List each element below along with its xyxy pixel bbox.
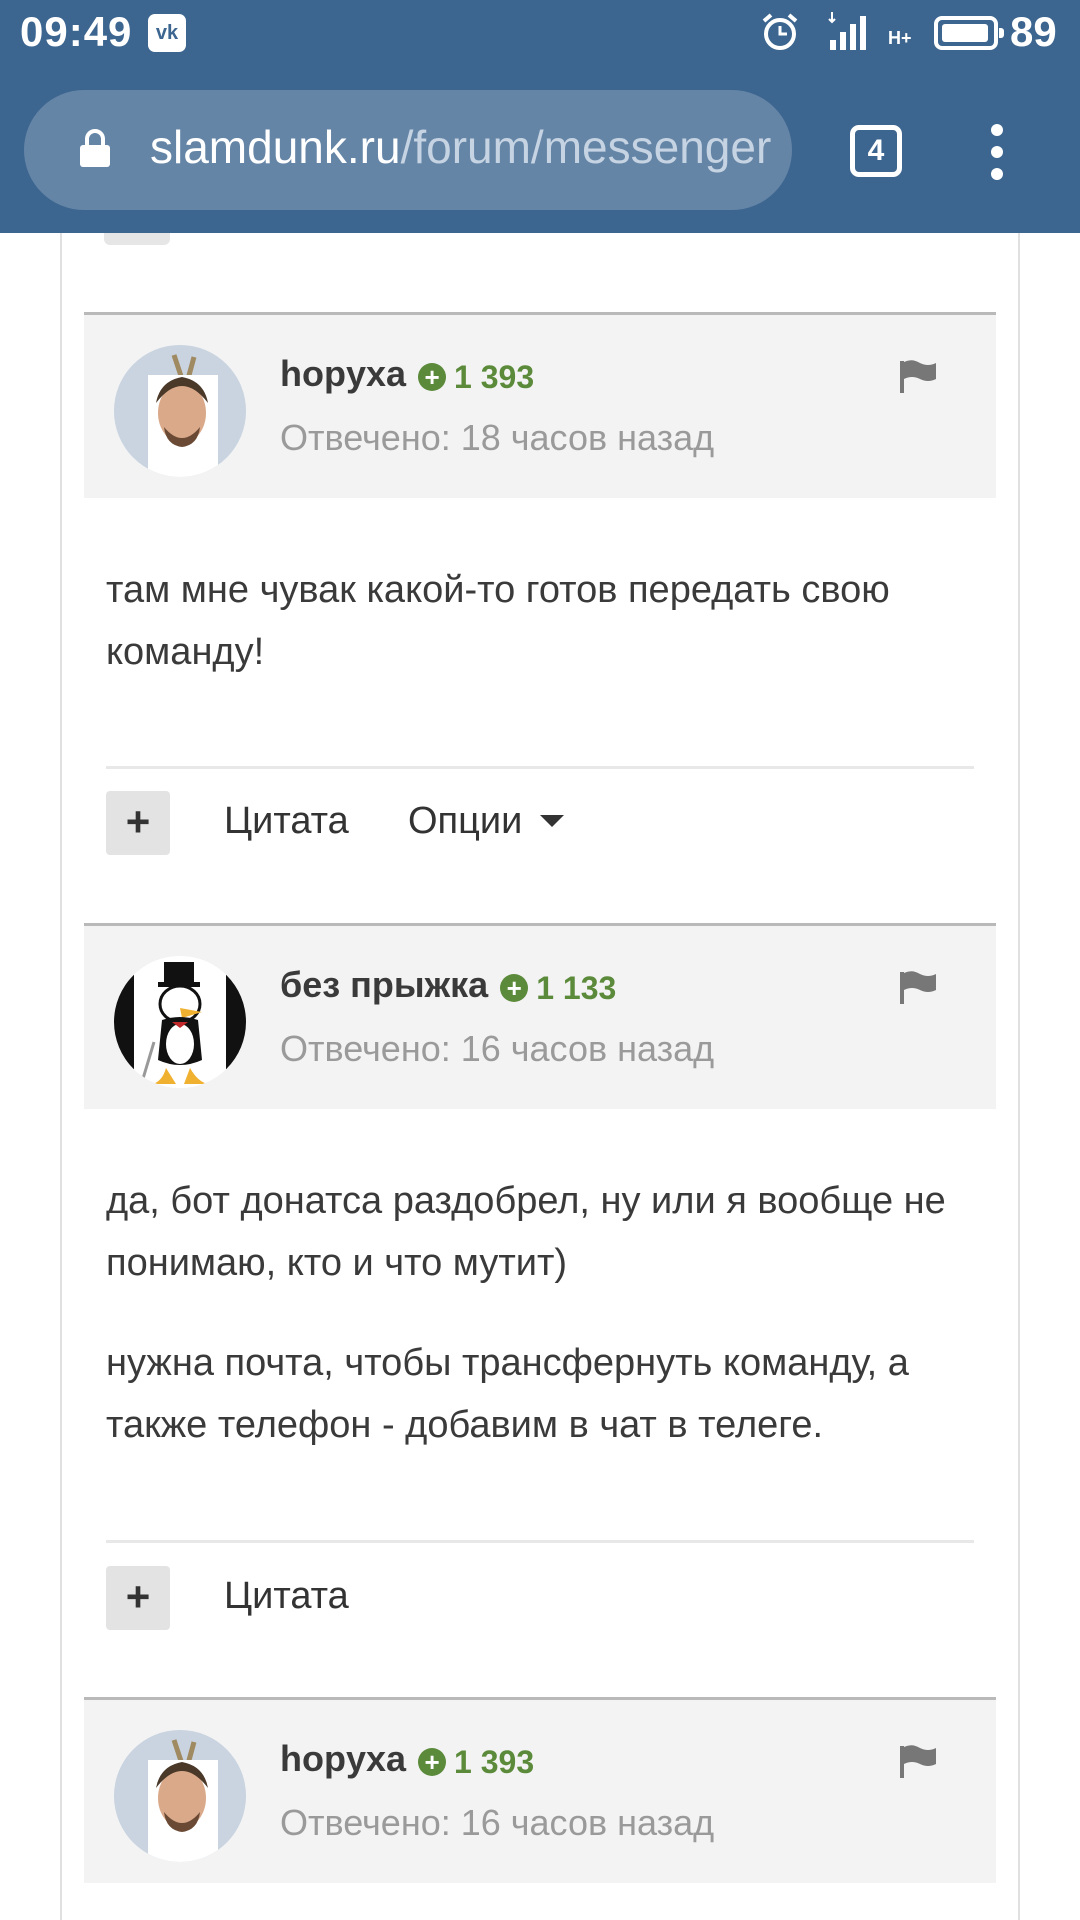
reply-time: Отвечено: 18 часов назад xyxy=(280,417,715,458)
multiquote-button[interactable]: + xyxy=(106,791,170,855)
status-bar: 09:49 vk H+ 89 xyxy=(0,0,1080,68)
plus-circle-icon: + xyxy=(500,974,529,1002)
alarm-icon xyxy=(762,13,798,50)
post-paragraph: нужна почта, чтобы трансфернуть команду,… xyxy=(106,1342,909,1446)
user-avatar-image xyxy=(114,1730,246,1862)
network-type-label: H+ xyxy=(888,28,912,48)
reputation-value: 1 133 xyxy=(536,969,617,1006)
tabs-button[interactable]: 4 xyxy=(850,125,902,177)
menu-dot-icon xyxy=(991,146,1003,158)
post-header: без прыжка +1 133 Отвечено: 16 часов наза… xyxy=(84,923,996,1109)
plus-circle-icon: + xyxy=(418,363,447,391)
reputation-value: 1 393 xyxy=(454,358,535,395)
post-header: hopyxa +1 393 Отвечено: 16 часов назад xyxy=(84,1697,996,1883)
vk-notification-icon: vk xyxy=(148,14,186,52)
address-bar[interactable]: slamdunk.ru/forum/messenger xyxy=(24,90,792,210)
flag-icon[interactable] xyxy=(898,1744,938,1778)
user-avatar-image xyxy=(114,956,246,1088)
status-time: 09:49 xyxy=(20,8,133,55)
url-text[interactable]: slamdunk.ru/forum/messenger xyxy=(150,120,790,174)
battery-percent: 89 xyxy=(1010,8,1057,55)
browser-menu-button[interactable] xyxy=(982,122,1012,182)
quote-link[interactable]: Цитата xyxy=(224,800,349,843)
avatar[interactable] xyxy=(114,345,246,477)
reply-time: Отвечено: 16 часов назад xyxy=(280,1802,715,1843)
post-author[interactable]: hopyxa +1 393 xyxy=(280,1738,534,1781)
battery-icon xyxy=(934,16,1004,50)
post-author[interactable]: hopyxa +1 393 xyxy=(280,353,534,396)
reply-time: Отвечено: 16 часов назад xyxy=(280,1028,715,1069)
author-name[interactable]: без прыжка xyxy=(280,964,488,1005)
author-name[interactable]: hopyxa xyxy=(280,353,406,394)
reputation-badge: +1 393 xyxy=(418,1744,534,1781)
plus-circle-icon: + xyxy=(418,1748,447,1776)
post-body: да, бот донатса раздобрел, ну или я вооб… xyxy=(106,1170,986,1494)
caret-down-icon xyxy=(540,814,565,827)
post-header: hopyxa +1 393 Отвечено: 18 часов назад xyxy=(84,312,996,498)
reputation-badge: +1 393 xyxy=(418,359,534,396)
menu-dot-icon xyxy=(991,124,1003,136)
url-host: slamdunk.ru xyxy=(150,121,401,173)
lock-icon xyxy=(80,129,110,167)
reputation-badge: +1 133 xyxy=(500,970,616,1007)
post-paragraph: да, бот донатса раздобрел, ну или я вооб… xyxy=(106,1180,946,1284)
flag-icon[interactable] xyxy=(898,359,938,393)
multiquote-button[interactable]: + xyxy=(106,1566,170,1630)
options-dropdown[interactable]: Опции xyxy=(408,800,565,843)
post-actions-divider xyxy=(106,766,974,769)
post-actions-divider xyxy=(106,1540,974,1543)
menu-dot-icon xyxy=(991,168,1003,180)
avatar[interactable] xyxy=(114,1730,246,1862)
post-author[interactable]: без прыжка +1 133 xyxy=(280,964,616,1007)
post-paragraph: там мне чувак какой-то готов передать св… xyxy=(106,569,890,673)
author-name[interactable]: hopyxa xyxy=(280,1738,406,1779)
post-body: там мне чувак какой-то готов передать св… xyxy=(106,559,986,721)
user-avatar-image xyxy=(114,345,246,477)
avatar[interactable] xyxy=(114,956,246,1088)
reputation-value: 1 393 xyxy=(454,1743,535,1780)
signal-icon xyxy=(828,12,866,50)
options-label: Опции xyxy=(408,800,523,842)
browser-top-bar: 09:49 vk H+ 89 slamdunk.ru/forum/messeng… xyxy=(0,0,1080,233)
previous-post-button[interactable] xyxy=(104,233,170,245)
flag-icon[interactable] xyxy=(898,970,938,1004)
url-path: /forum/messenger xyxy=(400,121,772,173)
quote-link[interactable]: Цитата xyxy=(224,1575,349,1618)
